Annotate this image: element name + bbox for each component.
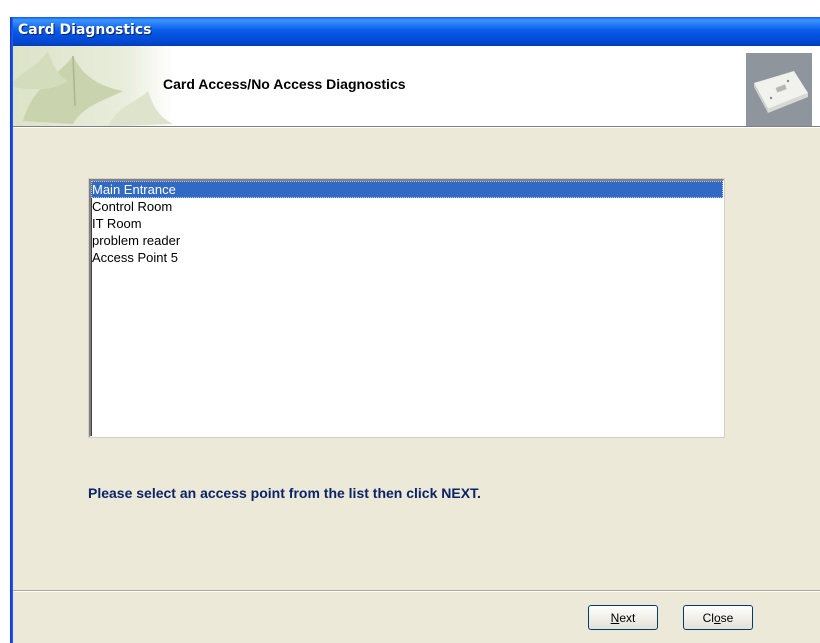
title-bar[interactable]: Card Diagnostics — [10, 17, 820, 46]
footer-separator-highlight — [13, 591, 820, 592]
card-reader-icon — [746, 53, 812, 126]
window-title: Card Diagnostics — [18, 22, 152, 38]
header-banner: Card Access/No Access Diagnostics — [13, 46, 820, 127]
list-item[interactable]: problem reader — [91, 232, 723, 249]
card-reader-image — [746, 53, 812, 126]
access-point-listbox[interactable]: Main Entrance Control Room IT Room probl… — [89, 179, 724, 437]
close-button-mnemonic: o — [713, 610, 721, 625]
close-button-label-pre: Cl — [702, 610, 714, 625]
next-button-label-post: ext — [619, 610, 636, 625]
close-button-label-post: se — [720, 610, 734, 625]
dialog-heading: Card Access/No Access Diagnostics — [163, 76, 406, 92]
list-item[interactable]: Access Point 5 — [91, 249, 723, 266]
card-diagnostics-window: Card Diagnostics Card Access/No Access D… — [10, 17, 820, 643]
close-button[interactable]: Cl o se — [683, 605, 753, 630]
ivy-leaf-graphic — [13, 46, 173, 126]
banner-divider — [13, 127, 820, 128]
list-item[interactable]: Control Room — [91, 198, 723, 215]
list-item[interactable]: Main Entrance — [91, 181, 723, 198]
next-button-mnemonic: N — [610, 610, 620, 625]
list-item[interactable]: IT Room — [91, 215, 723, 232]
instruction-text: Please select an access point from the l… — [88, 485, 481, 501]
next-button[interactable]: Next — [588, 605, 658, 630]
